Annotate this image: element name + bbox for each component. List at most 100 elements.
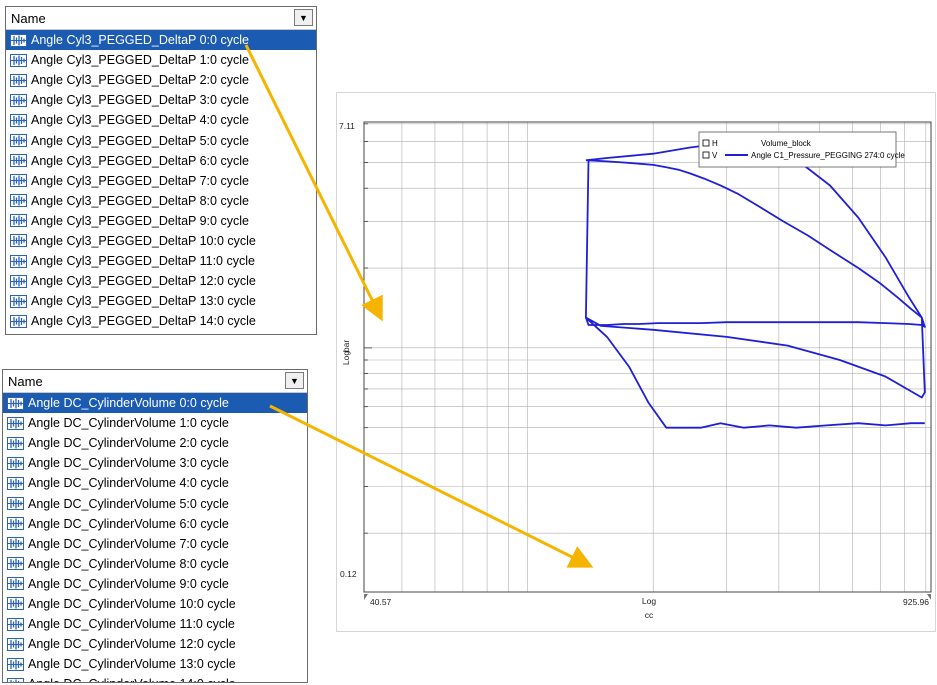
waveform-channel-icon [10, 113, 27, 127]
list-item-label: Angle DC_CylinderVolume 14:0 cycle [27, 677, 237, 682]
waveform-channel-icon [7, 537, 24, 551]
legend-v-checkbox[interactable] [702, 151, 710, 159]
waveform-channel-icon [7, 456, 24, 470]
list-item-label: Angle DC_CylinderVolume 0:0 cycle [27, 396, 230, 411]
waveform-channel-icon [10, 214, 27, 228]
list-item[interactable]: Angle DC_CylinderVolume 11:0 cycle [3, 614, 307, 634]
list-item-label: Angle DC_CylinderVolume 4:0 cycle [28, 476, 229, 491]
legend-box [698, 131, 897, 168]
list-item[interactable]: Angle Cyl3_PEGGED_DeltaP 13:0 cycle [6, 291, 316, 311]
waveform-channel-icon [10, 294, 27, 308]
list-item-label: Angle DC_CylinderVolume 13:0 cycle [28, 657, 236, 672]
list-item[interactable]: Angle DC_CylinderVolume 7:0 cycle [3, 534, 307, 554]
list-item[interactable]: Angle DC_CylinderVolume 0:0 cycle [3, 393, 307, 414]
chevron-down-icon: ▼ [299, 12, 308, 23]
waveform-channel-icon [7, 517, 24, 531]
list-item[interactable]: Angle Cyl3_PEGGED_DeltaP 1:0 cycle [6, 50, 316, 70]
top-channel-list[interactable]: Name ▼ Angle Cyl3_PEGGED_DeltaP 0:0 cycl… [5, 6, 317, 335]
list-item[interactable]: Angle DC_CylinderVolume 6:0 cycle [3, 514, 307, 534]
list-item[interactable]: Angle Cyl3_PEGGED_DeltaP 6:0 cycle [6, 151, 316, 171]
waveform-channel-icon [7, 577, 24, 591]
list-item-label: Angle Cyl3_PEGGED_DeltaP 0:0 cycle [30, 33, 250, 48]
list-item-label: Angle DC_CylinderVolume 7:0 cycle [28, 536, 229, 551]
legend-v-check: V [712, 151, 718, 160]
list-item[interactable]: Angle DC_CylinderVolume 8:0 cycle [3, 554, 307, 574]
list-item[interactable]: Angle Cyl3_PEGGED_DeltaP 14:0 cycle [6, 311, 316, 331]
y-axis-label: bar [341, 340, 351, 352]
waveform-channel-icon [7, 677, 24, 682]
waveform-channel-icon [10, 234, 27, 248]
list-item-label: Angle DC_CylinderVolume 10:0 cycle [28, 596, 236, 611]
waveform-channel-icon [10, 93, 27, 107]
bottom-channel-list[interactable]: Name ▼ Angle DC_CylinderVolume 0:0 cycle… [2, 369, 308, 683]
waveform-channel-icon [10, 134, 27, 148]
x-axis-label: cc [645, 610, 654, 620]
list-item-label: Angle Cyl3_PEGGED_DeltaP 5:0 cycle [31, 133, 249, 148]
list-header-label: Name [8, 373, 43, 389]
list-item-label: Angle Cyl3_PEGGED_DeltaP 11:0 cycle [31, 254, 255, 269]
list-item[interactable]: Angle Cyl3_PEGGED_DeltaP 5:0 cycle [6, 130, 316, 150]
list-item[interactable]: Angle DC_CylinderVolume 1:0 cycle [3, 413, 307, 433]
list-item[interactable]: Angle DC_CylinderVolume 4:0 cycle [3, 473, 307, 493]
waveform-channel-icon [7, 396, 24, 410]
waveform-channel-icon [7, 597, 24, 611]
pv-diagram-chart[interactable]: 7.11 0.12 Log bar 40.57 925.96 Log cc H … [336, 92, 936, 632]
list-item-label: Angle Cyl3_PEGGED_DeltaP 10:0 cycle [31, 233, 256, 248]
dropdown-button[interactable]: ▼ [285, 372, 304, 389]
list-item[interactable]: Angle DC_CylinderVolume 2:0 cycle [3, 433, 307, 453]
y-tick-min: 0.12 [340, 569, 357, 579]
waveform-channel-icon [10, 194, 27, 208]
list-item-label: Angle Cyl3_PEGGED_DeltaP 3:0 cycle [31, 93, 249, 108]
list-item[interactable]: Angle DC_CylinderVolume 14:0 cycle [3, 674, 307, 682]
legend-h-check: H [712, 139, 718, 148]
list-item-label: Angle DC_CylinderVolume 6:0 cycle [28, 516, 229, 531]
list-item[interactable]: Angle DC_CylinderVolume 12:0 cycle [3, 634, 307, 654]
list-item-label: Angle Cyl3_PEGGED_DeltaP 4:0 cycle [31, 113, 249, 128]
list-item[interactable]: Angle DC_CylinderVolume 5:0 cycle [3, 493, 307, 513]
legend-v-label: Angle C1_Pressure_PEGGING 274:0 cycle [751, 151, 905, 160]
list-item[interactable]: Angle Cyl3_PEGGED_DeltaP 9:0 cycle [6, 211, 316, 231]
list-item-label: Angle Cyl3_PEGGED_DeltaP 2:0 cycle [31, 73, 249, 88]
waveform-channel-icon [7, 416, 24, 430]
waveform-channel-icon [10, 73, 27, 87]
list-item-label: Angle Cyl3_PEGGED_DeltaP 14:0 cycle [31, 314, 256, 329]
waveform-channel-icon [10, 53, 27, 67]
list-item[interactable]: Angle Cyl3_PEGGED_DeltaP 7:0 cycle [6, 171, 316, 191]
legend-h-checkbox[interactable] [702, 139, 710, 147]
waveform-channel-icon [7, 476, 24, 490]
dropdown-button[interactable]: ▼ [294, 9, 313, 26]
list-item[interactable]: Angle DC_CylinderVolume 10:0 cycle [3, 594, 307, 614]
list-item-label: Angle DC_CylinderVolume 1:0 cycle [28, 416, 229, 431]
list-item-label: Angle Cyl3_PEGGED_DeltaP 12:0 cycle [31, 274, 256, 289]
list-item[interactable]: Angle Cyl3_PEGGED_DeltaP 10:0 cycle [6, 231, 316, 251]
list-item[interactable]: Angle Cyl3_PEGGED_DeltaP 3:0 cycle [6, 90, 316, 110]
y-tick-max: 7.11 [339, 121, 355, 131]
list-item[interactable]: Angle Cyl3_PEGGED_DeltaP 2:0 cycle [6, 70, 316, 90]
list-item[interactable]: Angle Cyl3_PEGGED_DeltaP 8:0 cycle [6, 191, 316, 211]
waveform-channel-icon [7, 436, 24, 450]
list-header-label: Name [11, 10, 46, 26]
list-item-label: Angle Cyl3_PEGGED_DeltaP 7:0 cycle [31, 173, 249, 188]
list-item[interactable]: Angle DC_CylinderVolume 13:0 cycle [3, 654, 307, 674]
list-item-label: Angle DC_CylinderVolume 11:0 cycle [28, 617, 235, 632]
list-item[interactable]: Angle Cyl3_PEGGED_DeltaP 12:0 cycle [6, 271, 316, 291]
legend-h-label: Volume_block [761, 139, 812, 148]
list-item[interactable]: Angle DC_CylinderVolume 9:0 cycle [3, 574, 307, 594]
list-item[interactable]: Angle Cyl3_PEGGED_DeltaP 11:0 cycle [6, 251, 316, 271]
list-item-label: Angle DC_CylinderVolume 5:0 cycle [28, 496, 229, 511]
list-header-name[interactable]: Name ▼ [6, 7, 316, 30]
list-item[interactable]: Angle Cyl3_PEGGED_DeltaP 4:0 cycle [6, 110, 316, 130]
chevron-down-icon: ▼ [290, 375, 299, 386]
waveform-channel-icon [7, 637, 24, 651]
waveform-channel-icon [7, 557, 24, 571]
list-item-label: Angle Cyl3_PEGGED_DeltaP 9:0 cycle [31, 213, 249, 228]
list-header-name[interactable]: Name ▼ [3, 370, 307, 393]
chart-legend[interactable]: H Volume_block V Angle C1_Pressure_PEGGI… [698, 131, 905, 168]
list-item[interactable]: Angle Cyl3_PEGGED_DeltaP 0:0 cycle [6, 30, 316, 51]
list-item-label: Angle Cyl3_PEGGED_DeltaP 6:0 cycle [31, 153, 249, 168]
x-tick-min: 40.57 [370, 597, 392, 607]
x-tick-max: 925.96 [903, 597, 929, 607]
list-item[interactable]: Angle DC_CylinderVolume 3:0 cycle [3, 453, 307, 473]
list-item-label: Angle DC_CylinderVolume 8:0 cycle [28, 556, 229, 571]
waveform-channel-icon [10, 174, 27, 188]
